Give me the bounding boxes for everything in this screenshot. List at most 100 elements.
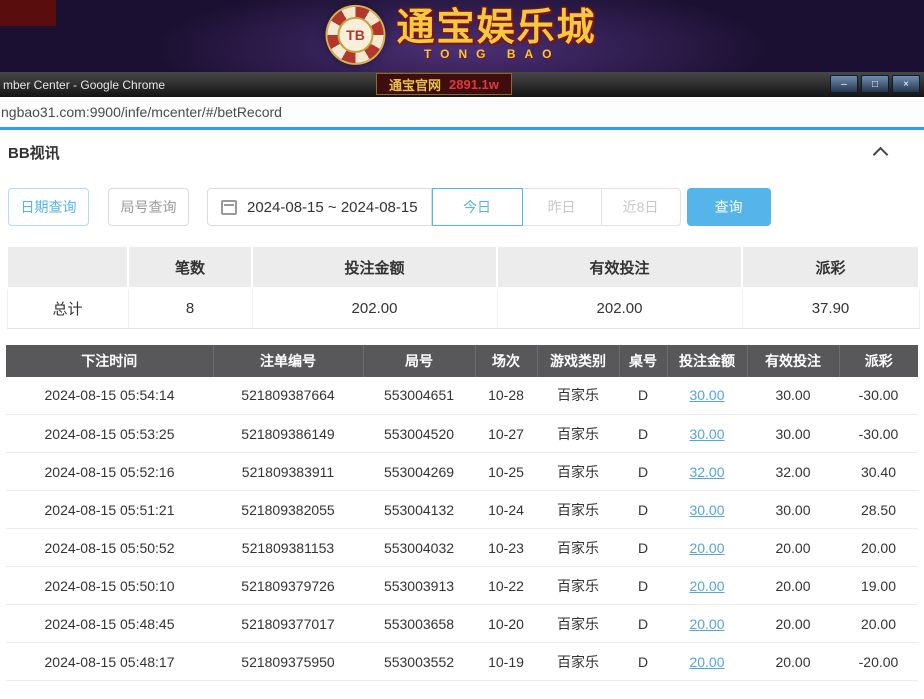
maximize-icon[interactable]: □ [861,75,889,93]
table-row: 2024-08-15 05:48:17 521809375950 5530035… [6,643,918,681]
bet-time: 2024-08-15 05:53:25 [6,415,213,453]
valid-bet: 30.00 [747,415,839,453]
bet-amount-link[interactable]: 30.00 [689,502,724,518]
session: 10-24 [475,491,537,529]
address-bar[interactable]: ngbao31.com:9900/infe/mcenter/#/betRecor… [0,97,924,130]
order-number: 521809382055 [213,491,363,529]
section-header: BB视讯 [6,130,918,174]
date-range-picker[interactable]: 2024-08-15 ~ 2024-08-15 [207,188,432,226]
logo-text: 通宝娱乐城 TONG BAO [396,9,596,61]
window-controls: – □ × [830,75,920,93]
summary-payout-value: 37.90 [742,288,919,328]
chip-monogram: TB [337,17,373,53]
bet-amount-link[interactable]: 30.00 [689,426,724,442]
marquee-label: 通宝官网 [389,75,441,94]
round-query-tab[interactable]: 局号查询 [108,188,189,226]
col-round-number: 局号 [363,345,475,377]
page-title: BB视讯 [8,142,60,163]
bet-amount-link[interactable]: 32.00 [689,464,724,480]
summary-header-blank [7,247,128,288]
bet-time: 2024-08-15 05:51:21 [6,491,213,529]
bet-amount-link[interactable]: 20.00 [689,616,724,632]
bet-record-table: 下注时间 注单编号 局号 场次 游戏类别 桌号 投注金额 有效投注 派彩 202… [6,345,918,682]
bet-amount-link[interactable]: 20.00 [689,654,724,670]
game-type: 百家乐 [537,377,619,415]
calendar-icon [221,200,237,215]
bet-time: 2024-08-15 05:48:17 [6,643,213,681]
order-number: 521809375950 [213,643,363,681]
table-code: D [619,415,667,453]
table-code: D [619,643,667,681]
close-icon[interactable]: × [892,75,920,93]
table-code: D [619,377,667,415]
date-range-value: 2024-08-15 ~ 2024-08-15 [247,199,418,216]
round-number: 553004269 [363,453,475,491]
col-session: 场次 [475,345,537,377]
jackpot-marquee: 通宝官网 2891.1w [376,73,512,95]
col-table-code: 桌号 [619,345,667,377]
table-code: D [619,605,667,643]
table-row: 2024-08-15 05:52:16 521809383911 5530042… [6,453,918,491]
chevron-up-icon[interactable] [873,147,889,163]
round-number: 553003658 [363,605,475,643]
bet-amount-link[interactable]: 30.00 [689,387,724,403]
round-number: 553004132 [363,491,475,529]
last-8-days-button[interactable]: 近8日 [602,188,681,226]
round-number: 553003552 [363,643,475,681]
url-text: ngbao31.com:9900/infe/mcenter/#/betRecor… [0,104,282,120]
game-type: 百家乐 [537,491,619,529]
site-title-chinese: 通宝娱乐城 [396,9,596,49]
bet-amount-link[interactable]: 20.00 [689,540,724,556]
valid-bet: 20.00 [747,529,839,567]
poker-chip-icon: TB [327,7,383,63]
summary-table: 笔数 投注金额 有效投注 派彩 总计 8 202.00 202.00 37.90 [6,247,920,329]
table-row: 2024-08-15 05:50:52 521809381153 5530040… [6,529,918,567]
summary-total-row: 总计 8 202.00 202.00 37.90 [7,288,919,328]
session: 10-22 [475,567,537,605]
summary-total-label: 总计 [7,288,128,328]
col-bet-time: 下注时间 [6,345,213,377]
col-order-number: 注单编号 [213,345,363,377]
order-number: 521809387664 [213,377,363,415]
table-header-row: 下注时间 注单编号 局号 场次 游戏类别 桌号 投注金额 有效投注 派彩 [6,345,918,377]
table-code: D [619,491,667,529]
valid-bet: 32.00 [747,453,839,491]
site-logo: TB 通宝娱乐城 TONG BAO [327,7,596,63]
round-number: 553004651 [363,377,475,415]
valid-bet: 20.00 [747,567,839,605]
date-query-tab[interactable]: 日期查询 [8,188,89,226]
minimize-icon[interactable]: – [830,75,858,93]
table-row: 2024-08-15 05:54:14 521809387664 5530046… [6,377,918,415]
game-type: 百家乐 [537,605,619,643]
payout-cell: 19.00 [839,567,918,605]
payout-cell: 20.00 [839,529,918,567]
filter-toolbar: 日期查询 局号查询 2024-08-15 ~ 2024-08-15 今日 昨日 … [8,188,918,226]
window-title: mber Center - Google Chrome [0,78,165,92]
today-button[interactable]: 今日 [432,188,523,226]
yesterday-button[interactable]: 昨日 [523,188,602,226]
game-type: 百家乐 [537,643,619,681]
site-title-english: TONG BAO [424,47,560,61]
summary-bet-value: 202.00 [252,288,497,328]
summary-header-valid: 有效投注 [497,247,742,288]
game-type: 百家乐 [537,453,619,491]
order-number: 521809381153 [213,529,363,567]
col-game-type: 游戏类别 [537,345,619,377]
session: 10-25 [475,453,537,491]
marquee-value: 2891.1w [449,77,499,92]
col-valid-bet: 有效投注 [747,345,839,377]
valid-bet: 20.00 [747,643,839,681]
bet-amount-link[interactable]: 20.00 [689,578,724,594]
payout-cell: 28.50 [839,491,918,529]
round-number: 553004520 [363,415,475,453]
payout-cell: 20.00 [839,605,918,643]
table-row: 2024-08-15 05:48:45 521809377017 5530036… [6,605,918,643]
game-type: 百家乐 [537,567,619,605]
search-button[interactable]: 查询 [687,188,771,226]
bet-time: 2024-08-15 05:54:14 [6,377,213,415]
summary-header-bet: 投注金额 [252,247,497,288]
round-number: 553003913 [363,567,475,605]
summary-valid-value: 202.00 [497,288,742,328]
session: 10-27 [475,415,537,453]
order-number: 521809383911 [213,453,363,491]
